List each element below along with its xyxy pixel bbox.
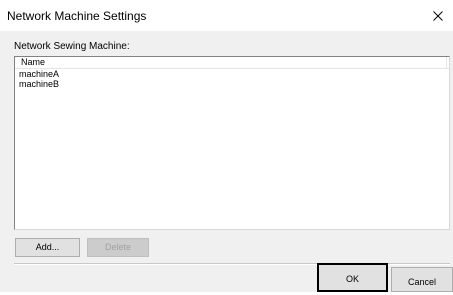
list-rows: machineA machineB: [15, 69, 449, 89]
ok-button[interactable]: OK: [317, 263, 388, 292]
dialog-window: Network Machine Settings Network Sewing …: [0, 0, 453, 292]
cancel-button[interactable]: Cancel: [391, 267, 453, 292]
list-item[interactable]: machineB: [15, 79, 449, 89]
delete-button[interactable]: Delete: [87, 238, 149, 257]
close-button[interactable]: [423, 0, 453, 31]
title-bar: Network Machine Settings: [0, 0, 453, 31]
list-header: Name: [15, 57, 449, 69]
window-title: Network Machine Settings: [7, 9, 147, 23]
list-item[interactable]: machineA: [15, 69, 449, 79]
column-header-name[interactable]: Name: [15, 57, 447, 68]
network-machine-label: Network Sewing Machine:: [14, 41, 130, 52]
machine-list[interactable]: Name machineA machineB: [14, 56, 450, 230]
add-button[interactable]: Add...: [15, 238, 80, 257]
close-icon: [433, 10, 443, 21]
column-header-label: Name: [21, 57, 46, 67]
